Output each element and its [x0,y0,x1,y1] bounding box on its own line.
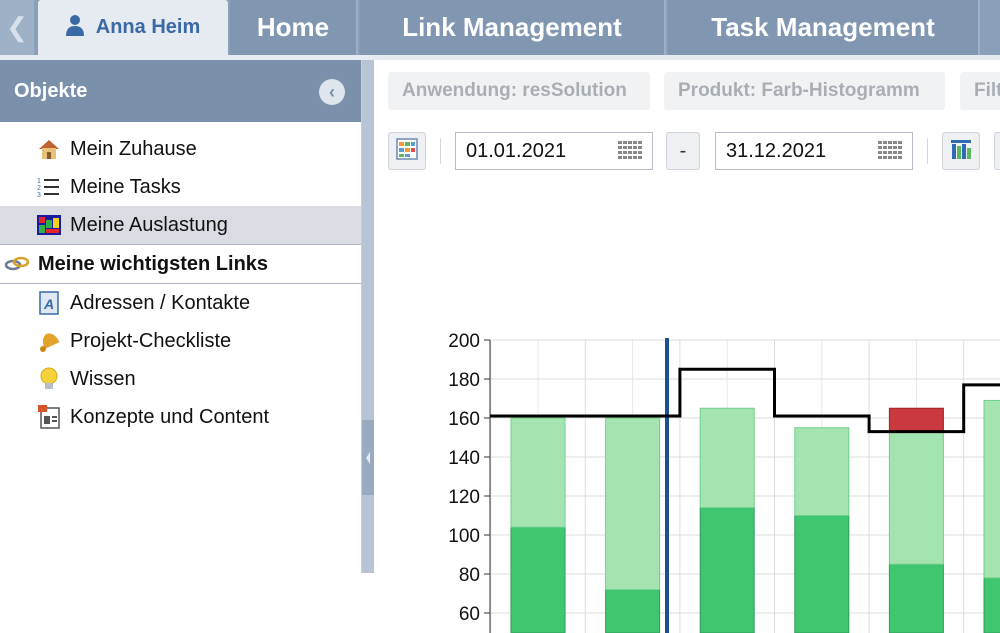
collapse-sidebar-button[interactable]: ‹ [319,79,345,105]
sidebar-item-label: Adressen / Kontakte [70,292,250,315]
sidebar-item-meine-auslastung[interactable]: Meine Auslastung [0,206,361,244]
filter-more-chip[interactable]: Filt [960,72,1000,110]
calendar-view-button[interactable] [388,132,426,170]
filter-product-chip[interactable]: Produkt: Farb-Histogramm [664,72,945,110]
svg-text:2: 2 [37,185,41,192]
chart-bars [511,400,1000,633]
address-book-icon: A [36,290,62,316]
date-separator-label: - [680,140,687,163]
tab-link-management[interactable]: Link Management [360,0,666,55]
tab-home-label: Home [257,12,329,43]
sidebar: Objekte ‹ Mein Zuhause 123 Meine Tasks M… [0,60,362,573]
tab-user-label: Anna Heim [96,16,200,39]
svg-text:A: A [43,296,54,312]
y-tick-label: 180 [448,370,480,391]
sidebar-section-links[interactable]: Meine wichtigsten Links [0,244,361,284]
y-tick-label: 160 [448,409,480,430]
chart-view-button[interactable] [942,132,980,170]
splitter-handle[interactable] [362,420,374,495]
sidebar-item-label: Wissen [70,368,136,391]
toolbar-separator [440,138,441,164]
tab-user[interactable]: Anna Heim [38,0,228,55]
lightbulb-icon [36,366,62,392]
svg-text:1: 1 [37,178,41,185]
y-tick-label: 100 [448,526,480,547]
tab-bar: ❮ Anna Heim Home Link Management Task Ma… [0,0,1000,55]
panel-splitter[interactable] [362,60,374,573]
calendar-picker-icon[interactable] [618,141,644,167]
bar-segment-booked [700,508,754,633]
calendar-picker-icon[interactable] [878,141,904,167]
toolbar-overflow-button[interactable] [994,132,1000,170]
house-icon [36,136,62,162]
sidebar-item-konzepte-content[interactable]: Konzepte und Content [0,398,361,436]
sidebar-item-mein-zuhause[interactable]: Mein Zuhause [0,130,361,168]
sidebar-item-label: Konzepte und Content [70,406,269,429]
bar-segment-planned [700,408,754,507]
links-icon [4,251,30,277]
sidebar-item-projekt-checkliste[interactable]: Projekt-Checkliste [0,322,361,360]
bar-segment-booked [889,564,943,633]
sidebar-item-meine-tasks[interactable]: 123 Meine Tasks [0,168,361,206]
bar-segment-booked [795,516,849,633]
main-content: Anwendung: resSolution Produkt: Farb-His… [374,60,1000,573]
filter-product-label: Produkt: Farb-Histogramm [678,80,920,102]
filter-application-chip[interactable]: Anwendung: resSolution [388,72,650,110]
document-icon [36,404,62,430]
bar-segment-planned [606,418,660,590]
workload-histogram-chart: 60 80 100 120 140 160 180 200 [374,283,1000,633]
bar-segment-planned [511,418,565,527]
checklist-bell-icon [36,328,62,354]
sidebar-item-label: Mein Zuhause [70,138,197,161]
bar-chart-icon [949,137,973,166]
sidebar-title: Objekte [14,80,87,103]
date-to-value: 31.12.2021 [726,140,826,163]
bar-segment-planned [984,400,1000,577]
sidebar-item-label: Meine Auslastung [70,214,228,237]
bar-segment-booked [606,590,660,633]
bar-segment-overload [889,408,943,431]
tab-link-management-label: Link Management [402,12,622,43]
y-axis-ticks: 60 80 100 120 140 160 180 200 [448,331,490,633]
task-list-icon: 123 [36,174,62,200]
bar-segment-planned [795,428,849,516]
tab-task-management-label: Task Management [711,12,934,43]
sidebar-header: Objekte ‹ [0,60,361,122]
calendar-grid-icon [395,137,419,166]
svg-text:3: 3 [37,192,41,199]
filter-more-label: Filt [974,80,1000,102]
tab-task-management[interactable]: Task Management [668,0,980,55]
tab-home[interactable]: Home [230,0,358,55]
date-to-field[interactable]: 31.12.2021 [715,132,913,170]
y-tick-label: 120 [448,487,480,508]
tab-scroll-left-button[interactable]: ❮ [0,0,34,55]
toolbar-separator [927,138,928,164]
bar-segment-booked [984,578,1000,633]
sidebar-item-wissen[interactable]: Wissen [0,360,361,398]
user-icon [66,14,84,42]
date-from-field[interactable]: 01.01.2021 [455,132,653,170]
y-tick-label: 80 [459,565,480,586]
bar-segment-planned [889,432,943,565]
sidebar-item-label: Projekt-Checkliste [70,330,231,353]
y-tick-label: 60 [459,604,480,625]
sidebar-item-label: Meine Tasks [70,176,181,199]
bar-segment-booked [511,527,565,633]
date-from-value: 01.01.2021 [466,140,566,163]
sidebar-item-adressen-kontakte[interactable]: A Adressen / Kontakte [0,284,361,322]
filter-application-label: Anwendung: resSolution [402,80,627,102]
y-tick-label: 140 [448,448,480,469]
date-range-separator: - [666,132,700,170]
y-tick-label: 200 [448,331,480,352]
workload-chart-icon [36,212,62,238]
sidebar-section-label: Meine wichtigsten Links [38,253,268,276]
